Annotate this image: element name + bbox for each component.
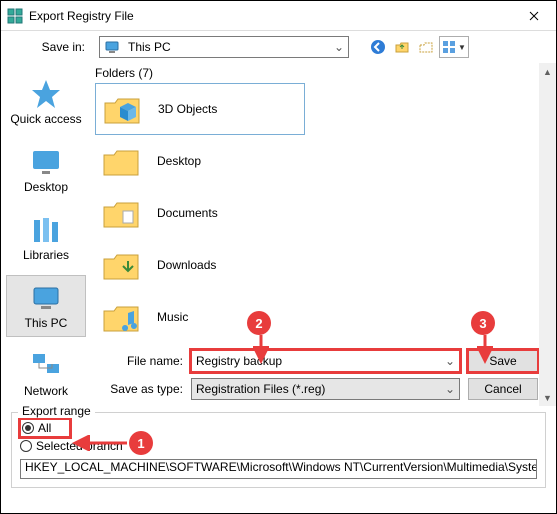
chevron-down-icon: ⌄ [441,382,459,396]
quick-access-icon [30,78,62,110]
up-folder-icon [394,39,410,55]
close-button[interactable] [511,1,556,31]
chevron-down-icon: ⌄ [441,354,459,368]
folder-name: Music [157,310,188,324]
folder-music-icon [101,297,141,337]
chevron-down-icon: ⌄ [330,40,348,54]
views-icon [442,40,456,54]
folder-3dobjects-icon [102,89,142,129]
filename-value: Registry backup [192,354,441,368]
scroll-down-icon[interactable]: ▼ [539,389,556,406]
new-folder-button[interactable] [415,36,437,58]
saveastype-combo[interactable]: Registration Files (*.reg) ⌄ [191,378,460,400]
place-label: Quick access [10,112,81,126]
folder-icon [101,245,141,285]
save-button[interactable]: Save [468,350,538,372]
folder-name: Documents [157,206,218,220]
radio-all-label: All [38,421,51,435]
folder-name: Downloads [157,258,216,272]
savein-combo[interactable]: This PC ⌄ [99,36,349,58]
saveastype-label: Save as type: [101,382,183,396]
folder-icon [101,141,141,181]
folder-icon [101,193,141,233]
desktop-icon [30,146,62,178]
network-icon [30,350,62,382]
export-range-group: Export range All Selected branch HKEY_LO… [11,412,546,488]
radio-selected-label: Selected branch [36,439,123,453]
branch-path-input[interactable]: HKEY_LOCAL_MACHINE\SOFTWARE\Microsoft\Wi… [20,459,537,479]
savein-label: Save in: [11,40,93,54]
annotation-badge-2: 2 [247,311,271,335]
libraries-icon [30,214,62,246]
place-label: Libraries [23,248,69,262]
filename-input[interactable]: Registry backup ⌄ [191,350,460,372]
scrollbar[interactable]: ▲ ▼ [539,63,556,406]
thispc-small-icon [104,39,120,55]
scroll-up-icon[interactable]: ▲ [539,63,556,80]
folder-item[interactable]: Documents [95,187,548,239]
up-button[interactable] [391,36,413,58]
radio-all[interactable]: All [20,419,70,437]
folder-item[interactable]: 3D Objects [95,83,305,135]
folder-list[interactable]: 3D Objects Desktop Documents Downloads M… [91,83,548,347]
place-label: Desktop [24,180,68,194]
back-icon [370,39,386,55]
new-folder-icon [418,39,434,55]
annotation-badge-1: 1 [129,431,153,455]
cancel-button[interactable]: Cancel [468,378,538,400]
export-range-title: Export range [18,404,95,418]
window-title: Export Registry File [29,9,511,23]
chevron-down-icon: ▼ [458,43,466,52]
folders-group-header[interactable]: Folders (7) [91,63,548,83]
places-bar: Quick access Desktop Libraries This PC N… [1,63,91,406]
radio-selected-branch[interactable]: Selected branch [20,437,537,455]
savein-value: This PC [124,40,330,54]
place-this-pc[interactable]: This PC [6,275,86,337]
folder-item[interactable]: Downloads [95,239,548,291]
folder-name: 3D Objects [158,102,217,116]
filename-label: File name: [101,354,183,368]
radio-icon [22,422,34,434]
place-label: Network [24,384,68,398]
close-icon [529,11,539,21]
radio-icon [20,440,32,452]
folder-item[interactable]: Desktop [95,135,548,187]
place-desktop[interactable]: Desktop [6,139,86,201]
annotation-badge-3: 3 [471,311,495,335]
views-menu[interactable]: ▼ [439,36,469,58]
regedit-icon [7,8,23,24]
place-label: This PC [25,316,68,330]
place-network[interactable]: Network [6,343,86,405]
back-button[interactable] [367,36,389,58]
folder-name: Desktop [157,154,201,168]
saveastype-value: Registration Files (*.reg) [192,382,441,396]
place-quick-access[interactable]: Quick access [6,71,86,133]
thispc-icon [30,282,62,314]
place-libraries[interactable]: Libraries [6,207,86,269]
